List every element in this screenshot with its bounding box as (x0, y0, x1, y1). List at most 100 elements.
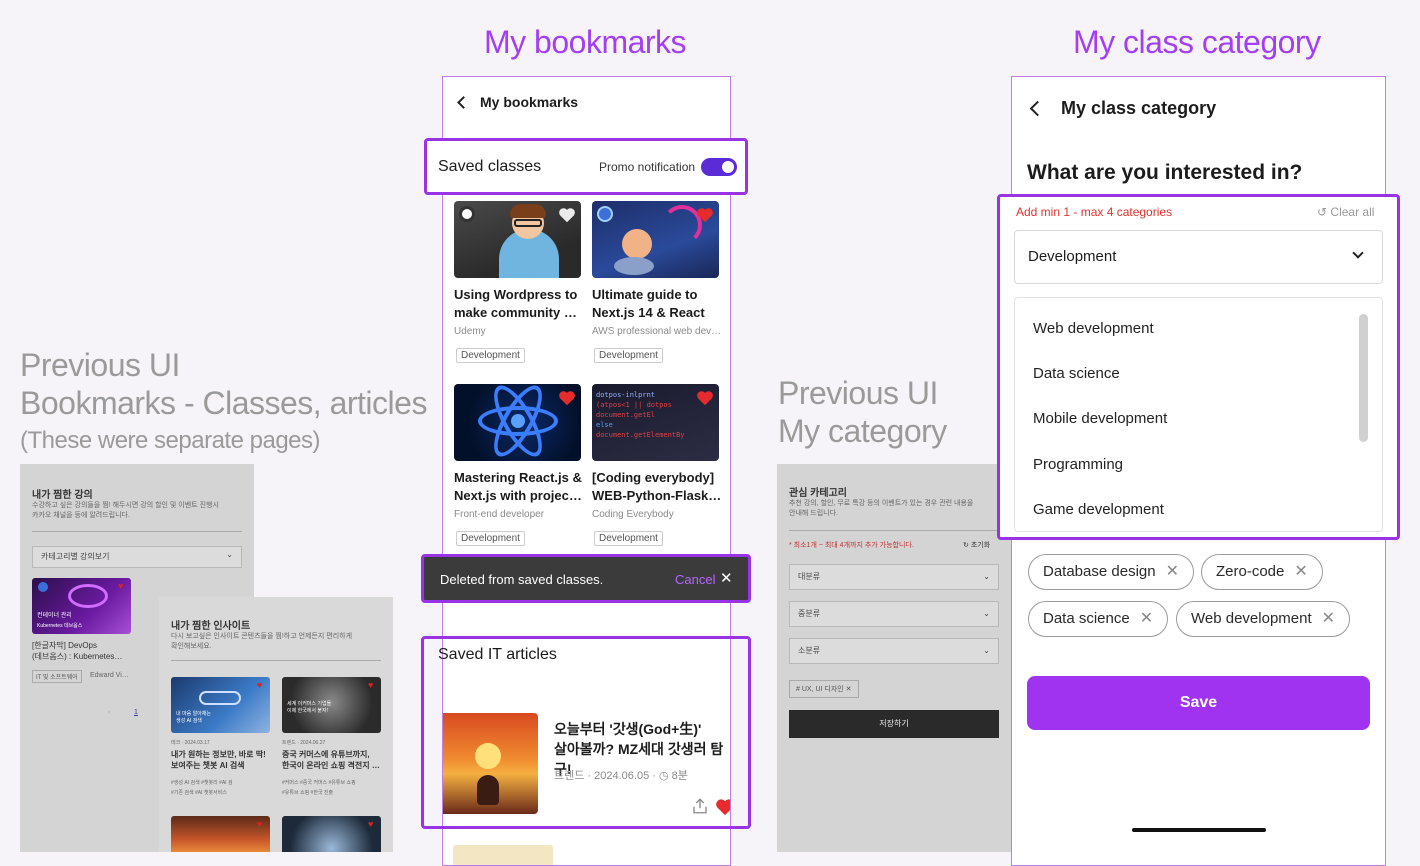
reset-icon: ↺ (1317, 205, 1328, 219)
category-chip[interactable]: Zero-code ✕ (1201, 554, 1323, 590)
prev-article-thumb-1[interactable]: 내 마음 알아채는 생성 AI 검색 ♥ (171, 677, 270, 733)
prev-article-thumb-3[interactable]: ♥ (171, 816, 270, 852)
prev-select-middle[interactable]: 중분류 ⌄ (789, 601, 999, 627)
prev-articles-title: 내가 찜한 인사이트 (171, 621, 251, 632)
prev-category-select[interactable]: 카테고리별 강의보기 ⌄ (32, 546, 242, 568)
prev-article-title-1: 내가 원하는 정보만, 바로 딱! 보여주는 챗봇 AI 검색 (171, 750, 266, 770)
prev-bookmarks-label: Previous UI Bookmarks - Classes, article… (20, 347, 427, 454)
close-icon[interactable]: ✕ (1294, 555, 1307, 589)
option-web-development[interactable]: Web development (1033, 320, 1154, 337)
heart-icon[interactable] (558, 390, 576, 406)
clear-all-button[interactable]: ↺ Clear all (1317, 205, 1374, 219)
close-icon[interactable]: ✕ (1140, 602, 1153, 636)
promo-notification-label: Promo notification (599, 160, 696, 174)
prev-article-meta-1: 테크 · 2024.03.17 (171, 740, 210, 746)
prev-save-button[interactable]: 저장하기 (789, 710, 999, 738)
heart-icon[interactable] (696, 390, 714, 406)
chevron-down-icon (1352, 247, 1364, 259)
bookmarks-header: My bookmarks (457, 92, 579, 112)
saved-classes-title: Saved classes (438, 158, 542, 175)
class-card-2-title[interactable]: Ultimate guide to Next.js 14 & React (592, 286, 722, 322)
close-icon[interactable]: ✕ (720, 569, 733, 587)
category-options-list: Web development Data science Mobile deve… (1014, 297, 1383, 532)
category-selector: Add min 1 - max 4 categories ↺ Clear all… (997, 194, 1400, 540)
category-chip[interactable]: Data science ✕ (1028, 601, 1169, 637)
heart-icon: ♥ (368, 680, 374, 690)
home-indicator (1132, 828, 1266, 832)
prev-category-title: 관심 카테고리 (789, 488, 847, 499)
prev-articles-desc: 다시 보고싶은 인사이트 콘텐츠들을 찜!하고 언제든지 편리하게 확인해보세요… (171, 633, 353, 650)
prev-article-meta-2: 트렌드 · 2024.06.27 (282, 740, 326, 746)
close-icon[interactable]: ✕ (846, 686, 852, 693)
prev-articles-page: 내가 찜한 인사이트 다시 보고싶은 인사이트 콘텐츠들을 찜!하고 언제든지 … (159, 597, 393, 852)
wordpress-icon (459, 206, 475, 222)
prev-article-tags-1: #생성 AI 검색 #챗봇리 #AI 검 #기존 검색 #AI 챗봇서비스 (171, 780, 233, 796)
class-card-1-title[interactable]: Using Wordpress to make community … (454, 286, 584, 322)
close-icon[interactable]: ✕ (1166, 555, 1179, 589)
chevron-down-icon: ⌄ (983, 646, 990, 655)
prev-category-page: 관심 카테고리 추천 강의, 할인, 무료 특강 등의 이벤트가 있는 경우 관… (777, 464, 1011, 852)
prev-select-major[interactable]: 대분류 ⌄ (789, 564, 999, 590)
option-programming[interactable]: Programming (1033, 456, 1123, 473)
prev-classes-desc: 수강하고 싶은 강의들을 찜! 해두시면 강의 할인 및 이벤트 진행시 카카오… (32, 502, 219, 519)
category-dropdown-value: Development (1028, 248, 1117, 265)
bookmarks-heading: My bookmarks (484, 24, 687, 60)
interest-question: What are you interested in? (1027, 161, 1303, 184)
close-icon[interactable]: ✕ (1322, 602, 1335, 636)
react-icon (597, 206, 613, 222)
toast-cancel-button[interactable]: Cancel (675, 572, 715, 587)
heart-icon: ♥ (257, 680, 263, 690)
prev-article-title-2: 중국 커머스에 유튜브까지, 한국이 온라인 쇼핑 격전지 … (282, 750, 380, 770)
prev-class-author: Edward Vi… (90, 672, 129, 679)
class-card-2-tag: Development (594, 348, 663, 363)
class-card-1-sub: Udemy (454, 326, 486, 337)
prev-category-desc: 추천 강의, 할인, 무료 특강 등의 이벤트가 있는 경우 관련 내용을 안내… (789, 500, 974, 517)
option-data-science[interactable]: Data science (1033, 365, 1120, 382)
prev-class-thumb[interactable]: 컨테이너 관리 Kubernetes 데브옵스 ♥ (32, 578, 131, 634)
back-icon[interactable] (1029, 100, 1046, 116)
bookmarks-header-title: My bookmarks (480, 94, 579, 110)
saved-classes-header: Saved classes Promo notification (424, 138, 748, 195)
chevron-down-icon: ⌄ (983, 572, 990, 581)
prev-page-number[interactable]: 1 (134, 708, 138, 718)
prev-classes-title: 내가 찜한 강의 (32, 490, 93, 501)
options-scrollbar[interactable] (1359, 314, 1368, 442)
class-card-4-tag: Development (594, 531, 663, 546)
next-article-thumb[interactable] (453, 845, 553, 865)
prev-article-thumb-4[interactable]: ♥ (282, 816, 381, 852)
prev-class-tag: IT 및 소프트웨어 (32, 670, 82, 683)
heart-icon: ♥ (368, 819, 374, 829)
prev-class-title: [한글자막] DevOps (데브옵스) : Kubernetes… (32, 641, 123, 661)
class-card-3-sub: Front-end developer (454, 509, 545, 520)
category-header-title: My class category (1061, 97, 1217, 118)
class-card-3-tag: Development (456, 531, 525, 546)
saved-articles-title: Saved IT articles (438, 646, 557, 663)
option-mobile-development[interactable]: Mobile development (1033, 410, 1167, 427)
promo-notification-toggle[interactable] (701, 158, 737, 176)
prev-page-left-icon[interactable]: ‹ (108, 708, 110, 718)
prev-article-thumb-2[interactable]: 세계 이커머스 기업들 이제 한국에서 붙자! ♥ (282, 677, 381, 733)
class-card-3-title[interactable]: Mastering React.js & Next.js with projec… (454, 469, 584, 505)
class-card-4-title[interactable]: [Coding everybody] WEB-Python-Flask… (592, 469, 722, 505)
prev-select-minor[interactable]: 소분류 ⌄ (789, 638, 999, 664)
category-chip[interactable]: Web development ✕ (1176, 601, 1351, 637)
category-chip[interactable]: Database design ✕ (1028, 554, 1194, 590)
chevron-down-icon: ⌄ (983, 609, 990, 618)
class-card-4-sub: Coding Everybody (592, 509, 674, 520)
heart-icon[interactable] (696, 207, 714, 223)
prev-category-chip[interactable]: # UX, UI 디자인 ✕ (789, 680, 859, 698)
class-card-2-sub: AWS professional web dev… (592, 326, 722, 337)
toast-message: Deleted from saved classes. (440, 572, 604, 587)
category-heading: My class category (1073, 24, 1321, 60)
prev-category-reset[interactable]: ↻ 초기화 (963, 541, 990, 551)
limit-note: Add min 1 - max 4 categories (1016, 205, 1173, 219)
option-game-development[interactable]: Game development (1033, 501, 1164, 518)
save-button[interactable]: Save (1027, 676, 1370, 730)
category-dropdown[interactable]: Development (1014, 230, 1383, 284)
heart-icon[interactable] (558, 207, 576, 223)
prev-category-note: * 최소1개 ~ 최대 4개까지 추가 가능합니다. (789, 542, 914, 549)
saved-articles-section: Saved IT articles (421, 636, 751, 829)
class-card-1-tag: Development (456, 348, 525, 363)
back-icon[interactable] (457, 95, 470, 109)
heart-icon: ♥ (257, 819, 263, 829)
